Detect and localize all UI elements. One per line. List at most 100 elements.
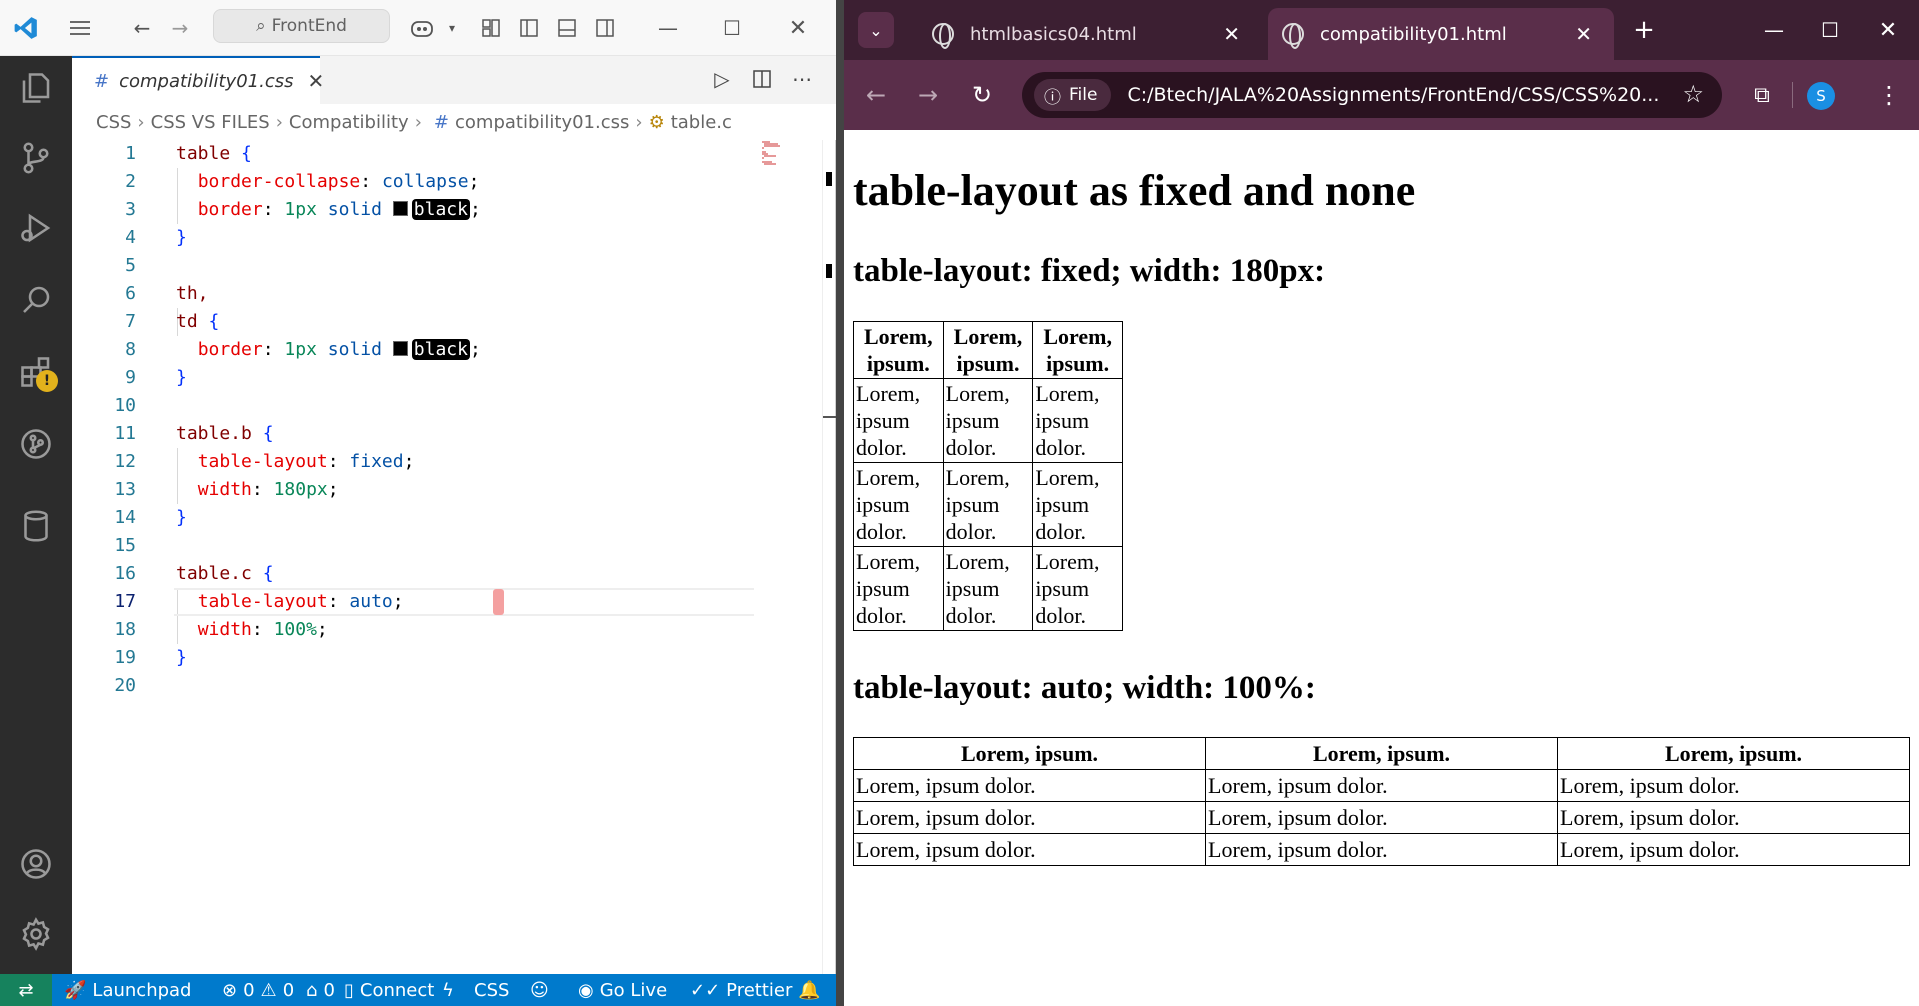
table-cell: Lorem, ipsum dolor. bbox=[853, 546, 944, 631]
browser-tab-htmlbasics04[interactable]: htmlbasics04.html ✕ bbox=[912, 8, 1262, 60]
close-tab-icon[interactable]: ✕ bbox=[1223, 22, 1240, 46]
breadcrumb-item[interactable]: table.c bbox=[671, 112, 732, 133]
url-text[interactable]: C:/Btech/JALA%20Assignments/FrontEnd/CSS… bbox=[1127, 84, 1667, 106]
minimap[interactable] bbox=[762, 140, 790, 180]
copilot-status-icon[interactable]: ☺ bbox=[530, 974, 549, 1006]
code-token: th, bbox=[176, 283, 209, 304]
editor-scrollbar[interactable] bbox=[822, 140, 837, 974]
close-tab-icon[interactable]: ✕ bbox=[1575, 22, 1592, 46]
line-number: 20 bbox=[114, 675, 136, 696]
color-swatch-icon[interactable] bbox=[392, 201, 408, 216]
split-editor-icon[interactable] bbox=[746, 62, 778, 96]
table-header-cell: Lorem, ipsum. bbox=[942, 321, 1034, 379]
table-row: Lorem, ipsum dolor. Lorem, ipsum dolor. … bbox=[853, 546, 1123, 631]
remote-indicator-icon[interactable]: ⇄ bbox=[0, 974, 52, 1006]
forward-arrow-icon[interactable]: → bbox=[910, 80, 946, 110]
port-icon: ⌂ bbox=[306, 979, 318, 1001]
table-header-cell: Lorem, ipsum. bbox=[853, 737, 1206, 770]
menu-icon[interactable] bbox=[62, 13, 98, 43]
source-control-icon[interactable] bbox=[14, 136, 58, 180]
breadcrumb-item[interactable]: Compatibility bbox=[289, 112, 409, 133]
forward-arrow-icon[interactable]: → bbox=[164, 13, 196, 43]
breadcrumb-item[interactable]: compatibility01.css bbox=[455, 112, 629, 133]
ports-item[interactable]: ⌂ 0 bbox=[306, 974, 335, 1006]
error-count: 0 bbox=[243, 979, 255, 1001]
close-window-icon[interactable]: ✕ bbox=[1868, 14, 1908, 46]
maximize-icon[interactable]: ☐ bbox=[712, 13, 752, 43]
new-tab-icon[interactable]: + bbox=[1624, 14, 1664, 46]
bell-icon[interactable]: 🔔 bbox=[798, 974, 820, 1006]
close-icon[interactable]: ✕ bbox=[778, 13, 818, 43]
bookmark-star-icon[interactable]: ☆ bbox=[1682, 80, 1704, 108]
browser-toolbar: ← → ↻ ⓘ File C:/Btech/JALA%20Assignments… bbox=[844, 60, 1919, 130]
chevron-down-icon[interactable]: ▾ bbox=[444, 13, 460, 43]
more-menu-icon[interactable]: ⋮ bbox=[1874, 80, 1904, 110]
line-number: 15 bbox=[114, 535, 136, 556]
toggle-secondary-sidebar-icon[interactable] bbox=[590, 13, 620, 43]
code-token: { bbox=[262, 423, 274, 444]
launchpad-item[interactable]: 🚀 Launchpad bbox=[64, 974, 191, 1006]
code-token: width bbox=[197, 479, 252, 500]
tab-search-chevron-icon[interactable]: ⌄ bbox=[858, 12, 894, 48]
code-token: table bbox=[176, 143, 231, 164]
run-debug-icon[interactable] bbox=[14, 206, 58, 250]
code-token: border bbox=[197, 339, 263, 360]
css-file-icon: # bbox=[94, 70, 110, 92]
back-arrow-icon[interactable]: ← bbox=[126, 13, 158, 43]
minimize-icon[interactable]: — bbox=[1754, 14, 1794, 46]
table-cell: Lorem, ipsum dolor. bbox=[942, 546, 1034, 631]
tab-label: compatibility01.css bbox=[119, 70, 294, 92]
explorer-icon[interactable] bbox=[14, 66, 58, 110]
browser-tab-compatibility01[interactable]: compatibility01.html ✕ bbox=[1268, 8, 1614, 60]
run-icon[interactable]: ▷ bbox=[706, 62, 738, 96]
close-tab-icon[interactable]: ✕ bbox=[307, 69, 324, 93]
language-mode-item[interactable]: CSS bbox=[474, 974, 509, 1006]
extensions-puzzle-icon[interactable]: ⧉ bbox=[1744, 80, 1780, 110]
minimize-icon[interactable]: — bbox=[648, 13, 688, 43]
site-info-chip[interactable]: ⓘ File bbox=[1034, 79, 1112, 111]
window-divider bbox=[836, 0, 844, 1006]
table-row: Lorem, ipsum dolor. Lorem, ipsum dolor. … bbox=[853, 769, 1910, 802]
code-editor[interactable]: 1 2 3 4 5 6 7 8 9 10 11 12 13 14 15 16 17 18 19 20 table { … bbox=[72, 140, 826, 974]
breadcrumb: CSS › CSS VS FILES › Compatibility › # c… bbox=[72, 104, 836, 140]
table-header-row: Lorem, ipsum. Lorem, ipsum. Lorem, ipsum… bbox=[853, 737, 1910, 770]
more-actions-icon[interactable]: ⋯ bbox=[786, 62, 818, 96]
reload-icon[interactable]: ↻ bbox=[964, 80, 1000, 110]
color-swatch-icon[interactable] bbox=[392, 341, 408, 356]
back-arrow-icon[interactable]: ← bbox=[858, 80, 894, 110]
problems-item[interactable]: ⊗ 0 ⚠ 0 bbox=[222, 974, 294, 1006]
code-token: 100% bbox=[273, 619, 317, 640]
profile-avatar[interactable]: S bbox=[1807, 82, 1835, 110]
go-live-item[interactable]: ◉ Go Live bbox=[578, 974, 667, 1006]
database-icon[interactable] bbox=[14, 504, 58, 548]
error-icon: ⊗ bbox=[222, 979, 238, 1001]
prettier-item[interactable]: ✓✓ Prettier bbox=[690, 974, 792, 1006]
layout-controls-icon[interactable] bbox=[476, 13, 506, 43]
git-graph-icon[interactable] bbox=[14, 422, 58, 466]
section-heading-auto: table-layout: auto; width: 100%: bbox=[853, 670, 1316, 706]
connect-item[interactable]: ▯ Connect bbox=[344, 974, 434, 1006]
browser-window: ⌄ htmlbasics04.html ✕ compatibility01.ht… bbox=[844, 0, 1919, 1006]
globe-icon bbox=[1282, 23, 1304, 49]
copilot-icon[interactable] bbox=[400, 13, 444, 43]
css-file-icon: # bbox=[433, 111, 449, 133]
accounts-icon[interactable] bbox=[14, 842, 58, 886]
command-center[interactable]: ⌕ FrontEnd bbox=[213, 9, 390, 43]
table-header-cell: Lorem, ipsum. bbox=[1032, 321, 1123, 379]
breadcrumb-item[interactable]: CSS VS FILES bbox=[151, 112, 270, 133]
search-icon[interactable] bbox=[14, 278, 58, 322]
code-token: table.c bbox=[176, 563, 252, 584]
extensions-icon[interactable]: ! bbox=[14, 350, 58, 394]
lightning-icon[interactable]: ϟ bbox=[442, 974, 454, 1006]
code-line: 20 bbox=[72, 672, 826, 700]
maximize-icon[interactable]: ☐ bbox=[1810, 14, 1850, 46]
settings-gear-icon[interactable] bbox=[14, 912, 58, 956]
address-bar[interactable]: ⓘ File C:/Btech/JALA%20Assignments/Front… bbox=[1022, 72, 1722, 118]
breadcrumb-item[interactable]: CSS bbox=[96, 112, 131, 133]
tab-compatibility01-css[interactable]: # compatibility01.css ✕ bbox=[72, 56, 324, 104]
toggle-sidebar-icon[interactable] bbox=[514, 13, 544, 43]
table-header-row: Lorem, ipsum. Lorem, ipsum. Lorem, ipsum… bbox=[853, 321, 1123, 379]
table-cell: Lorem, ipsum dolor. bbox=[853, 833, 1206, 866]
command-center-label: FrontEnd bbox=[271, 16, 347, 36]
toggle-panel-icon[interactable] bbox=[552, 13, 582, 43]
